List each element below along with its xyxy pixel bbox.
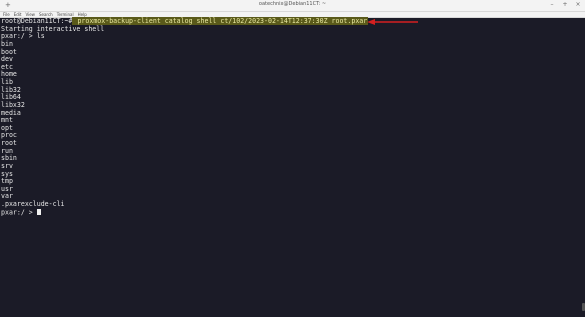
text-cursor (36, 208, 41, 216)
terminal-output[interactable]: root@Debian11CT:~# proxmox-backup-client… (0, 17, 580, 317)
close-icon[interactable]: × (575, 1, 581, 8)
output-line: etc (1, 62, 13, 71)
output-line: bin (1, 39, 13, 48)
output-line: tmp (1, 177, 13, 186)
output-line: home (1, 70, 17, 79)
shell-prompt: root@Debian11CT:~# (1, 17, 73, 25)
output-line: run (1, 146, 13, 155)
output-line: lib (1, 78, 13, 86)
output-line: sbin (1, 154, 17, 163)
output-line: pxar:/ > ls (1, 32, 45, 41)
output-line: var (1, 192, 13, 201)
output-line: sys (1, 169, 13, 178)
output-line: root (1, 139, 17, 147)
scrollbar[interactable] (581, 18, 585, 317)
output-line: libx32 (1, 100, 25, 109)
output-line: usr (1, 184, 13, 193)
output-line: proc (1, 131, 17, 140)
title-bar: + oatechnix@Debian11CT: ~ – + × (0, 0, 585, 12)
pxar-prompt: pxar:/ > (1, 208, 37, 217)
output-line: boot (1, 47, 17, 56)
output-line: mnt (1, 116, 13, 125)
output-line: srv (1, 161, 13, 170)
output-line: media (1, 108, 21, 117)
highlighted-command: proxmox-backup-client catalog shell ct/1… (72, 17, 369, 25)
maximize-icon[interactable]: + (562, 1, 568, 8)
output-lines: Starting interactive shell pxar:/ > ls bin… (1, 24, 580, 209)
final-prompt-line: pxar:/ > (1, 208, 580, 217)
output-line: dev (1, 55, 13, 64)
window-controls: – + × (549, 1, 581, 8)
output-line: lib32 (1, 85, 21, 94)
minimize-icon[interactable]: – (549, 1, 555, 8)
annotation-arrow-icon (367, 19, 418, 25)
output-line: .pxarexclude-cli (1, 200, 65, 208)
terminal-window: + oatechnix@Debian11CT: ~ – + × File Edi… (0, 0, 585, 317)
window-title: oatechnix@Debian11CT: ~ (258, 1, 327, 7)
output-line: opt (1, 123, 13, 132)
output-line: lib64 (1, 93, 21, 102)
output-line: Starting interactive shell (1, 24, 105, 33)
